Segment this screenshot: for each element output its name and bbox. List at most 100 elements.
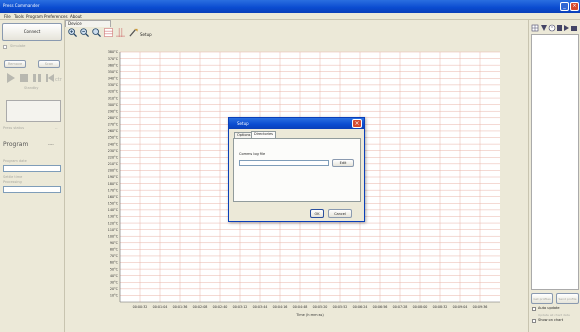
x-tick-label: 00:00:32 <box>133 305 148 309</box>
send-profile-button[interactable]: Send profile <box>556 293 579 304</box>
update-note: Update all chart data <box>538 313 570 317</box>
x-tick-label: 00:02:08 <box>193 305 208 309</box>
y-tick-label: 140°C <box>108 208 119 212</box>
grid-horizontal-icon[interactable] <box>104 28 113 37</box>
pause-icon <box>33 74 36 82</box>
play-icon <box>7 73 15 83</box>
y-tick-label: 300°C <box>108 103 119 107</box>
comms-log-path-field[interactable] <box>239 160 329 166</box>
left-panel: Connect Simulate Remove Scan ctrl Standb… <box>0 20 65 332</box>
setup-icon[interactable] <box>129 28 138 37</box>
y-tick-label: 50°C <box>110 267 119 271</box>
transport-controls: ctrl <box>7 73 62 83</box>
y-tick-label: 320°C <box>108 90 119 94</box>
x-tick-label: 00:04:16 <box>273 305 288 309</box>
menu-bar: File Tools Program Preferences About <box>0 13 580 20</box>
close-window-button[interactable]: × <box>570 2 579 11</box>
scan-button[interactable]: Scan <box>38 60 60 68</box>
y-tick-label: 30°C <box>110 280 119 284</box>
y-tick-label: 80°C <box>110 248 119 252</box>
y-tick-label: 130°C <box>108 215 119 219</box>
program-date-label: Program date <box>3 159 27 163</box>
processing-label: Processing <box>3 180 22 184</box>
simulate-label: Simulate <box>10 44 26 48</box>
dialog-title: Setup <box>237 121 249 126</box>
show-chart-label: Show on chart <box>538 318 564 322</box>
simulate-checkbox[interactable] <box>3 45 7 49</box>
program-date-field[interactable] <box>3 165 61 172</box>
x-axis-label: Time (h:mm:ss) <box>295 313 324 317</box>
y-tick-label: 280°C <box>108 116 119 120</box>
processing-field[interactable] <box>3 186 61 193</box>
y-tick-label: 90°C <box>110 241 119 245</box>
setup-dialog: Setup × Options Directories Comms log fi… <box>228 117 365 222</box>
x-tick-label: 00:05:20 <box>313 305 328 309</box>
x-tick-label: 00:08:32 <box>433 305 448 309</box>
grid-vertical-icon[interactable] <box>116 28 125 37</box>
y-tick-label: 340°C <box>108 77 119 81</box>
get-profiles-button[interactable]: Get profiles <box>531 293 553 304</box>
y-tick-label: 310°C <box>108 96 119 100</box>
edit-button[interactable]: Edit <box>332 159 354 167</box>
zoom-fit-icon[interactable] <box>92 28 101 37</box>
y-tick-label: 380°C <box>108 50 119 54</box>
minimize-button[interactable]: _ <box>560 2 569 11</box>
x-tick-label: 00:03:44 <box>253 305 268 309</box>
directories-panel: Comms log file Edit <box>233 138 361 202</box>
y-tick-label: 330°C <box>108 83 119 87</box>
y-tick-label: 160°C <box>108 195 119 199</box>
save-icon <box>571 26 577 31</box>
settle-time-label: Settle time <box>3 175 23 179</box>
menu-tools[interactable]: Tools <box>14 14 24 19</box>
x-tick-label: 00:09:36 <box>473 305 488 309</box>
ok-button[interactable]: OK <box>310 209 324 218</box>
y-tick-label: 40°C <box>110 274 119 278</box>
y-tick-label: 350°C <box>108 70 119 74</box>
y-tick-label: 240°C <box>108 142 119 146</box>
y-tick-label: 220°C <box>108 155 119 159</box>
right-panel: Get profiles Send profile Auto update Up… <box>528 20 580 332</box>
zoom-out-icon[interactable] <box>80 28 89 37</box>
setup-label[interactable]: Setup <box>140 32 152 37</box>
profile-list[interactable] <box>531 34 579 290</box>
program-status: ---- <box>48 142 54 147</box>
press-status-label: Press status <box>3 126 25 130</box>
x-tick-label: 00:05:52 <box>333 305 348 309</box>
remove-button[interactable]: Remove <box>4 60 26 68</box>
y-tick-label: 170°C <box>108 188 119 192</box>
standby-label: Standby <box>24 86 39 90</box>
menu-about[interactable]: About <box>70 14 82 19</box>
menu-preferences[interactable]: Preferences <box>44 14 68 19</box>
y-tick-label: 120°C <box>108 221 119 225</box>
y-tick-label: 60°C <box>110 261 119 265</box>
cancel-button[interactable]: Cancel <box>328 209 352 218</box>
dialog-close-icon[interactable]: × <box>352 119 362 128</box>
arrow-right-icon <box>564 25 569 31</box>
x-tick-label: 00:01:04 <box>153 305 168 309</box>
status-display <box>6 100 61 122</box>
document-icon <box>557 25 562 31</box>
x-tick-label: 00:03:12 <box>233 305 248 309</box>
y-tick-label: 360°C <box>108 63 119 67</box>
svg-text:ctrl: ctrl <box>55 77 62 83</box>
menu-file[interactable]: File <box>4 14 11 19</box>
auto-update-checkbox[interactable] <box>532 307 536 311</box>
y-tick-label: 70°C <box>110 254 119 258</box>
x-tick-label: 00:07:28 <box>393 305 408 309</box>
connect-button[interactable]: Connect <box>2 23 62 41</box>
x-tick-label: 00:08:00 <box>413 305 428 309</box>
show-chart-checkbox[interactable] <box>532 319 536 323</box>
menu-program[interactable]: Program <box>26 14 43 19</box>
x-tick-label: 00:06:56 <box>373 305 388 309</box>
window-title: Press Commander <box>3 3 40 8</box>
zoom-in-icon[interactable] <box>68 28 77 37</box>
y-tick-label: 100°C <box>108 234 119 238</box>
y-tick-label: 180°C <box>108 182 119 186</box>
y-tick-label: 110°C <box>108 228 119 232</box>
y-tick-label: 250°C <box>108 136 119 140</box>
y-tick-label: 210°C <box>108 162 119 166</box>
title-bar: Press Commander _ × <box>0 0 580 13</box>
y-tick-label: 190°C <box>108 175 119 179</box>
comms-log-label: Comms log file <box>239 152 266 156</box>
device-tab[interactable]: Device <box>65 20 111 27</box>
